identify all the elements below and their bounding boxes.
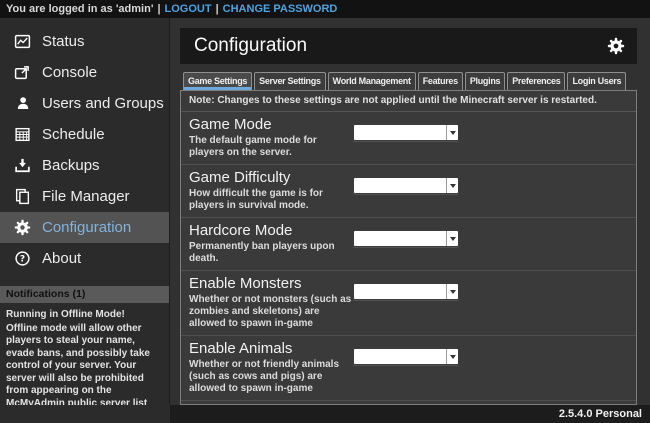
sidebar-item[interactable]: ? About	[0, 243, 169, 274]
sidebar-item-label: Backups	[42, 157, 100, 174]
main-panel: Configuration	[170, 18, 650, 405]
tab[interactable]: Plugins	[465, 72, 505, 90]
setting-row: Game Difficulty How difficult the game i…	[181, 165, 636, 218]
setting-description: How difficult the game is for players in…	[189, 188, 353, 212]
setting-dropdown[interactable]	[353, 230, 459, 247]
footer-version-bar: 2.5.4.0 Personal	[170, 405, 650, 423]
sidebar-item-label: Console	[42, 64, 97, 81]
notifications-panel: Notifications (1) Running in Offline Mod…	[0, 286, 169, 405]
sidebar-item-label: Users and Groups	[42, 95, 164, 112]
tab[interactable]: Server Settings	[254, 72, 326, 90]
sidebar-item[interactable]: Users and Groups	[0, 88, 169, 119]
sidebar-item-label: Configuration	[42, 219, 131, 236]
footer: 2.5.4.0 Personal	[0, 405, 650, 423]
schedule-grid-icon	[14, 126, 31, 143]
mcmyadmin-app: You are logged in as 'admin' | LOGOUT | CHAN…	[0, 0, 650, 423]
settings-panel: Note: Changes to these settings are not …	[180, 90, 637, 405]
files-copy-icon	[14, 188, 31, 205]
chevron-down-icon	[446, 178, 458, 193]
change-password-link[interactable]: CHANGE PASSWORD	[223, 3, 338, 15]
tab-bar: Game Settings Server Settings World Mana…	[180, 72, 637, 90]
setting-description: Whether or not monsters (such as zombies…	[189, 294, 353, 330]
notification-text: Offline mode will allow other players to…	[6, 323, 163, 406]
chevron-down-icon	[446, 125, 458, 140]
sidebar-item[interactable]: Console	[0, 57, 169, 88]
sidebar-item-label: About	[42, 250, 81, 267]
logged-in-text: You are logged in as 'admin'	[6, 3, 153, 15]
version-label: 2.5.4.0 Personal	[559, 408, 642, 420]
tab[interactable]: Game Settings	[183, 72, 252, 90]
dropdown-value	[354, 284, 446, 299]
notifications-header: Notifications (1)	[0, 286, 169, 303]
gear-icon[interactable]	[607, 37, 625, 55]
setting-description: Permanently ban players upon death.	[189, 241, 353, 265]
setting-dropdown[interactable]	[353, 348, 459, 365]
sidebar-item-label: Status	[42, 33, 85, 50]
footer-sidebar-strip	[0, 405, 170, 423]
content-area: Status Console Users and Groups Schedule	[0, 18, 650, 405]
sidebar-item[interactable]: Backups	[0, 150, 169, 181]
setting-row: Enable Monsters Whether or not monsters …	[181, 271, 636, 336]
console-icon	[14, 64, 31, 81]
sidebar-item-label: File Manager	[42, 188, 130, 205]
chevron-down-icon	[446, 231, 458, 246]
separator: |	[216, 3, 219, 15]
notification-title: Running in Offline Mode!	[6, 309, 163, 322]
dropdown-value	[354, 178, 446, 193]
sidebar-item[interactable]: Schedule	[0, 119, 169, 150]
user-icon	[14, 95, 31, 112]
restart-note: Note: Changes to these settings are not …	[181, 91, 636, 112]
setting-row: Hardcore Mode Permanently ban players up…	[181, 218, 636, 271]
notification-item: Running in Offline Mode! Offline mode wi…	[0, 303, 169, 405]
setting-description: The default game mode for players on the…	[189, 135, 353, 159]
setting-description: Whether or not friendly animals (such as…	[189, 359, 353, 395]
gear-icon	[14, 219, 31, 236]
chevron-down-icon	[446, 349, 458, 364]
dropdown-value	[354, 231, 446, 246]
sidebar-item[interactable]: Status	[0, 26, 169, 57]
page-title: Configuration	[194, 35, 607, 57]
page-header: Configuration	[180, 28, 637, 64]
svg-text:?: ?	[20, 255, 25, 265]
logout-link[interactable]: LOGOUT	[165, 3, 212, 15]
tab[interactable]: World Management	[328, 72, 416, 90]
sidebar-item[interactable]: File Manager	[0, 181, 169, 212]
setting-row: Enable Animals Whether or not friendly a…	[181, 336, 636, 401]
backup-download-icon	[14, 157, 31, 174]
topbar: You are logged in as 'admin' | LOGOUT | CHAN…	[0, 0, 650, 18]
sidebar: Status Console Users and Groups Schedule	[0, 18, 170, 405]
sidebar-item[interactable]: Configuration	[0, 212, 169, 243]
tab[interactable]: Login Users	[567, 72, 626, 90]
status-chart-icon	[14, 33, 31, 50]
setting-dropdown[interactable]	[353, 124, 459, 141]
tab[interactable]: Preferences	[507, 72, 565, 90]
setting-dropdown[interactable]	[353, 177, 459, 194]
dropdown-value	[354, 125, 446, 140]
tab[interactable]: Features	[418, 72, 463, 90]
separator: |	[157, 3, 160, 15]
sidebar-item-label: Schedule	[42, 126, 105, 143]
setting-row: Game Mode The default game mode for play…	[181, 112, 636, 165]
chevron-down-icon	[446, 284, 458, 299]
dropdown-value	[354, 349, 446, 364]
setting-dropdown[interactable]	[353, 283, 459, 300]
question-circle-icon: ?	[14, 250, 31, 267]
